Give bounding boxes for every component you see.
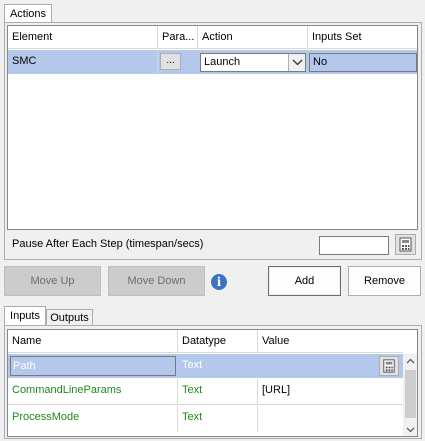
tab-inputs-label: Inputs	[10, 310, 40, 322]
action-dropdown[interactable]: Launch	[200, 53, 306, 72]
action-dropdown-value: Launch	[204, 56, 241, 68]
move-up-button[interactable]: Move Up	[4, 266, 101, 296]
tab-outputs-label: Outputs	[50, 312, 89, 324]
vertical-scrollbar[interactable]	[403, 354, 417, 436]
input-name-cell[interactable]: Path	[10, 356, 176, 376]
column-header-datatype[interactable]: Datatype	[178, 330, 258, 353]
input-value-cell[interactable]	[258, 406, 403, 429]
remove-button[interactable]: Remove	[348, 266, 421, 296]
element-cell: SMC	[8, 50, 158, 73]
tab-actions[interactable]: Actions	[4, 4, 52, 24]
pause-input[interactable]	[319, 236, 389, 255]
column-header-name[interactable]: Name	[8, 330, 178, 353]
input-name-cell: ProcessMode	[8, 406, 178, 432]
actions-grid: Element Para... Action Inputs Set SMC ..…	[7, 25, 418, 230]
pause-label: Pause After Each Step (timespan/secs)	[12, 238, 204, 250]
input-value-cell[interactable]: [URL]	[258, 379, 403, 404]
scroll-down-icon[interactable]	[403, 422, 417, 436]
tab-inputs[interactable]: Inputs	[4, 306, 46, 326]
table-row[interactable]: Path Text	[8, 354, 403, 378]
move-down-button[interactable]: Move Down	[108, 266, 205, 296]
table-row[interactable]: ProcessMode Text	[8, 406, 403, 432]
column-header-params[interactable]: Para...	[158, 26, 198, 49]
column-header-value[interactable]: Value	[258, 330, 403, 353]
scrollbar-thumb[interactable]	[405, 370, 416, 418]
calculator-icon[interactable]	[379, 356, 399, 376]
add-button[interactable]: Add	[268, 266, 341, 296]
scroll-up-icon[interactable]	[403, 354, 417, 369]
input-datatype-cell: Text	[182, 359, 203, 371]
column-header-element[interactable]: Element	[8, 26, 158, 49]
table-row[interactable]: SMC ... Launch No	[8, 50, 417, 74]
input-datatype-cell: Text	[178, 379, 258, 404]
tab-outputs[interactable]: Outputs	[46, 309, 93, 326]
tab-actions-label: Actions	[9, 8, 47, 20]
inputs-grid: Name Datatype Value Path Text CommandLin…	[7, 329, 418, 437]
input-value-cell[interactable]	[258, 354, 378, 377]
input-datatype-cell: Text	[178, 406, 258, 432]
inputs-set-cell: No	[309, 53, 417, 72]
column-header-action[interactable]: Action	[198, 26, 308, 49]
chevron-down-icon[interactable]	[288, 54, 305, 71]
info-icon[interactable]: i	[211, 274, 227, 290]
params-button[interactable]: ...	[160, 53, 181, 70]
column-header-inputs-set[interactable]: Inputs Set	[308, 26, 417, 49]
calculator-icon[interactable]	[395, 234, 416, 255]
table-row[interactable]: CommandLineParams Text [URL]	[8, 379, 403, 405]
input-name-cell: CommandLineParams	[8, 379, 178, 404]
